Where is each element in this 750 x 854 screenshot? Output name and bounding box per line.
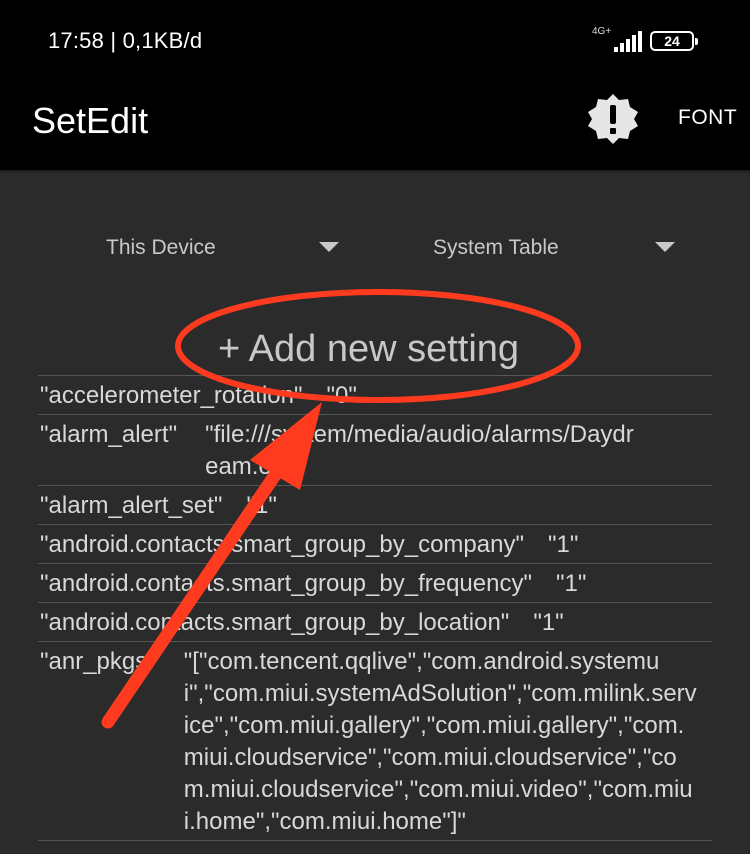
battery-icon: 24 bbox=[650, 31, 698, 51]
signal-icon: 4G+ bbox=[592, 26, 642, 54]
device-selector-label: This Device bbox=[106, 236, 216, 259]
setting-value: "1" bbox=[533, 609, 564, 636]
table-selector-label: System Table bbox=[433, 236, 559, 259]
settings-row[interactable]: "alarm_alert" "file:///system/media/audio… bbox=[38, 414, 712, 486]
setting-key: "anr_pkgs" bbox=[40, 648, 156, 675]
setting-value: "1" bbox=[556, 570, 587, 597]
font-button[interactable]: FONT bbox=[678, 106, 737, 130]
settings-row[interactable]: "accelerometer_rotation" "0" bbox=[38, 375, 712, 415]
device-selector[interactable]: This Device bbox=[106, 232, 346, 266]
settings-row[interactable]: "android.contacts.smart_group_by_frequen… bbox=[38, 563, 712, 603]
app-bar: SetEdit FONT bbox=[0, 84, 750, 170]
setting-value: "file:///system/media/audio/alarms/Daydr… bbox=[205, 421, 634, 480]
chevron-down-icon bbox=[655, 242, 675, 252]
chevron-down-icon bbox=[319, 242, 339, 252]
setting-key: "alarm_alert" bbox=[40, 421, 178, 448]
setting-key: "accelerometer_rotation" bbox=[40, 382, 303, 409]
setting-value: "1" bbox=[547, 531, 579, 558]
settings-row[interactable]: "alarm_alert_set" "1" bbox=[38, 485, 712, 525]
settings-row[interactable]: "anr_pkgs" "["com.tencent.qqlive","com.an… bbox=[38, 641, 712, 841]
app-bar-shadow bbox=[0, 170, 750, 174]
setting-key: "android.contacts.smart_group_by_frequen… bbox=[40, 570, 532, 597]
status-time-speed: 17:58 | 0,1KB/d bbox=[48, 28, 203, 53]
network-type-label: 4G+ bbox=[592, 26, 612, 37]
settings-row[interactable]: "android.contacts.smart_group_by_locatio… bbox=[38, 602, 712, 642]
setting-key: "android.contacts.smart_group_by_company… bbox=[40, 531, 524, 558]
settings-row[interactable]: "android.contacts.smart_group_by_company… bbox=[38, 524, 712, 564]
setting-value: "1" bbox=[246, 492, 277, 519]
table-selector[interactable]: System Table bbox=[433, 232, 683, 266]
settings-list: "accelerometer_rotation" "0" "alarm_alert… bbox=[38, 375, 712, 841]
alert-badge-icon[interactable] bbox=[586, 92, 640, 146]
setting-key: "android.contacts.smart_group_by_locatio… bbox=[40, 609, 510, 636]
add-new-setting-button[interactable]: + Add new setting bbox=[218, 328, 519, 371]
setting-value: "["com.tencent.qqlive","com.android.syst… bbox=[183, 648, 697, 835]
app-title: SetEdit bbox=[32, 100, 149, 141]
setting-key: "alarm_alert_set" bbox=[40, 492, 223, 519]
setting-value: "0" bbox=[326, 382, 357, 409]
status-bar: 17:58 | 0,1KB/d 4G+ 24 bbox=[0, 0, 750, 84]
